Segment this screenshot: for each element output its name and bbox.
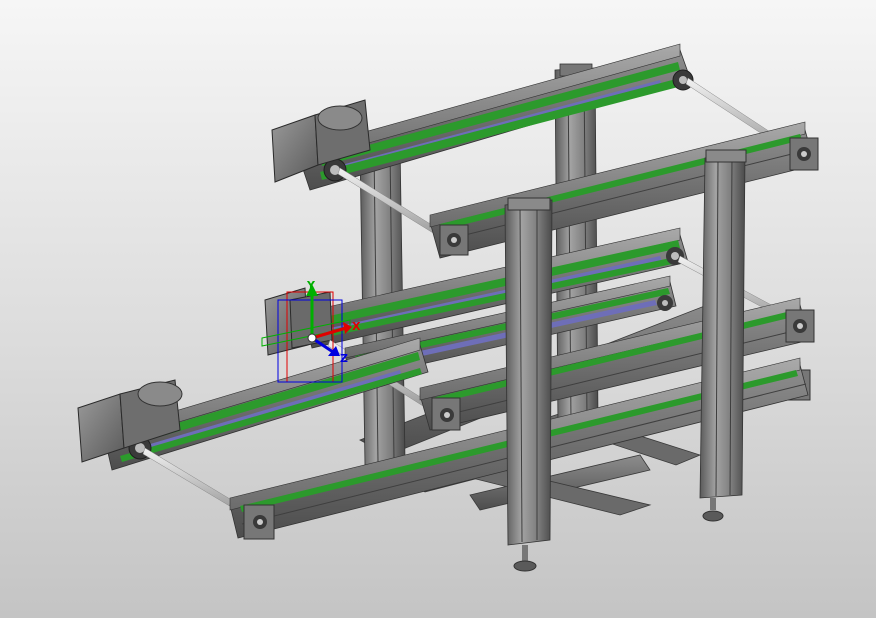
front-post-left <box>504 197 553 572</box>
conveyor-top-front <box>429 121 819 259</box>
shaft-bottom <box>142 447 241 512</box>
z-axis-label: Z <box>340 352 348 365</box>
3d-model-viewport[interactable]: Y X Z <box>0 0 876 618</box>
front-post-right <box>699 149 747 522</box>
x-axis-label: X <box>352 320 361 333</box>
conveyor-assembly-scene[interactable]: Y X Z <box>0 0 876 618</box>
y-axis-label: Y <box>306 279 316 292</box>
